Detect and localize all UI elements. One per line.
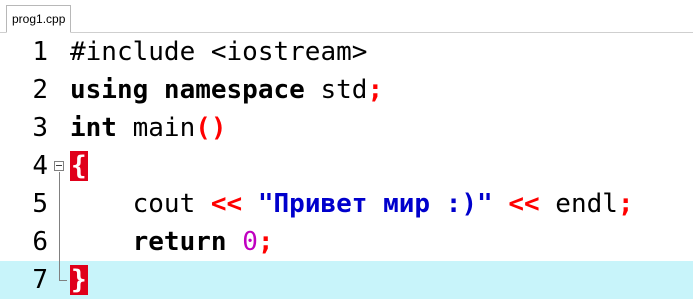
line-code[interactable]: return 0; (70, 223, 274, 261)
line-code[interactable]: using namespace std; (70, 71, 383, 109)
fold-end-marker (59, 280, 67, 281)
line-code[interactable]: } (70, 261, 88, 299)
code-line[interactable]: 1 #include <iostream> (0, 33, 693, 71)
code-token-brace: { (70, 151, 88, 181)
line-code[interactable]: int main() (70, 109, 227, 147)
code-token-plain: std (304, 75, 368, 105)
code-token-str: "Привет мир :)" (257, 189, 493, 219)
code-token-plain: main (116, 113, 196, 143)
code-line[interactable]: 2 using namespace std; (0, 71, 693, 109)
code-token-op: ; (617, 189, 634, 219)
code-line[interactable]: 4 { (0, 147, 693, 185)
line-number: 5 (32, 189, 48, 219)
code-token-kw: return (132, 227, 227, 257)
tab-bar: prog1.cpp (0, 0, 693, 33)
code-token-op: << (508, 189, 540, 219)
code-token-brace: } (70, 265, 88, 295)
line-code[interactable]: { (70, 147, 88, 185)
code-line[interactable]: 6 return 0; (0, 223, 693, 261)
line-number: 3 (32, 113, 48, 143)
code-token-plain: endl (539, 189, 618, 219)
code-line[interactable]: 5 cout << "Привет мир :)" << endl; (0, 185, 693, 223)
code-editor[interactable]: 1 #include <iostream> 2 using namespace … (0, 33, 693, 300)
line-number: 4 (32, 151, 48, 181)
line-number: 1 (32, 37, 48, 67)
code-token-kw: using namespace (70, 75, 305, 105)
code-token-kw: int (70, 113, 117, 143)
code-token-op: ; (367, 75, 384, 105)
code-token-op: << (210, 189, 243, 219)
fold-collapse-icon[interactable] (54, 161, 64, 171)
line-number: 7 (32, 265, 48, 295)
fold-guide-line (59, 172, 60, 280)
line-number: 2 (32, 75, 48, 105)
code-token-plain: cout (70, 189, 211, 219)
tab-prog1-cpp[interactable]: prog1.cpp (6, 5, 72, 33)
line-code[interactable]: #include <iostream> (70, 33, 367, 71)
code-line-current[interactable]: 7 } (0, 261, 693, 299)
code-line[interactable]: 3 int main() (0, 109, 693, 147)
code-token-num: 0 (242, 227, 258, 257)
code-token-op: ; (257, 227, 274, 257)
code-token-op: () (195, 113, 227, 143)
code-token-plain: #include <iostream> (70, 37, 368, 67)
line-code[interactable]: cout << "Привет мир :)" << endl; (70, 185, 634, 223)
line-number: 6 (32, 227, 48, 257)
